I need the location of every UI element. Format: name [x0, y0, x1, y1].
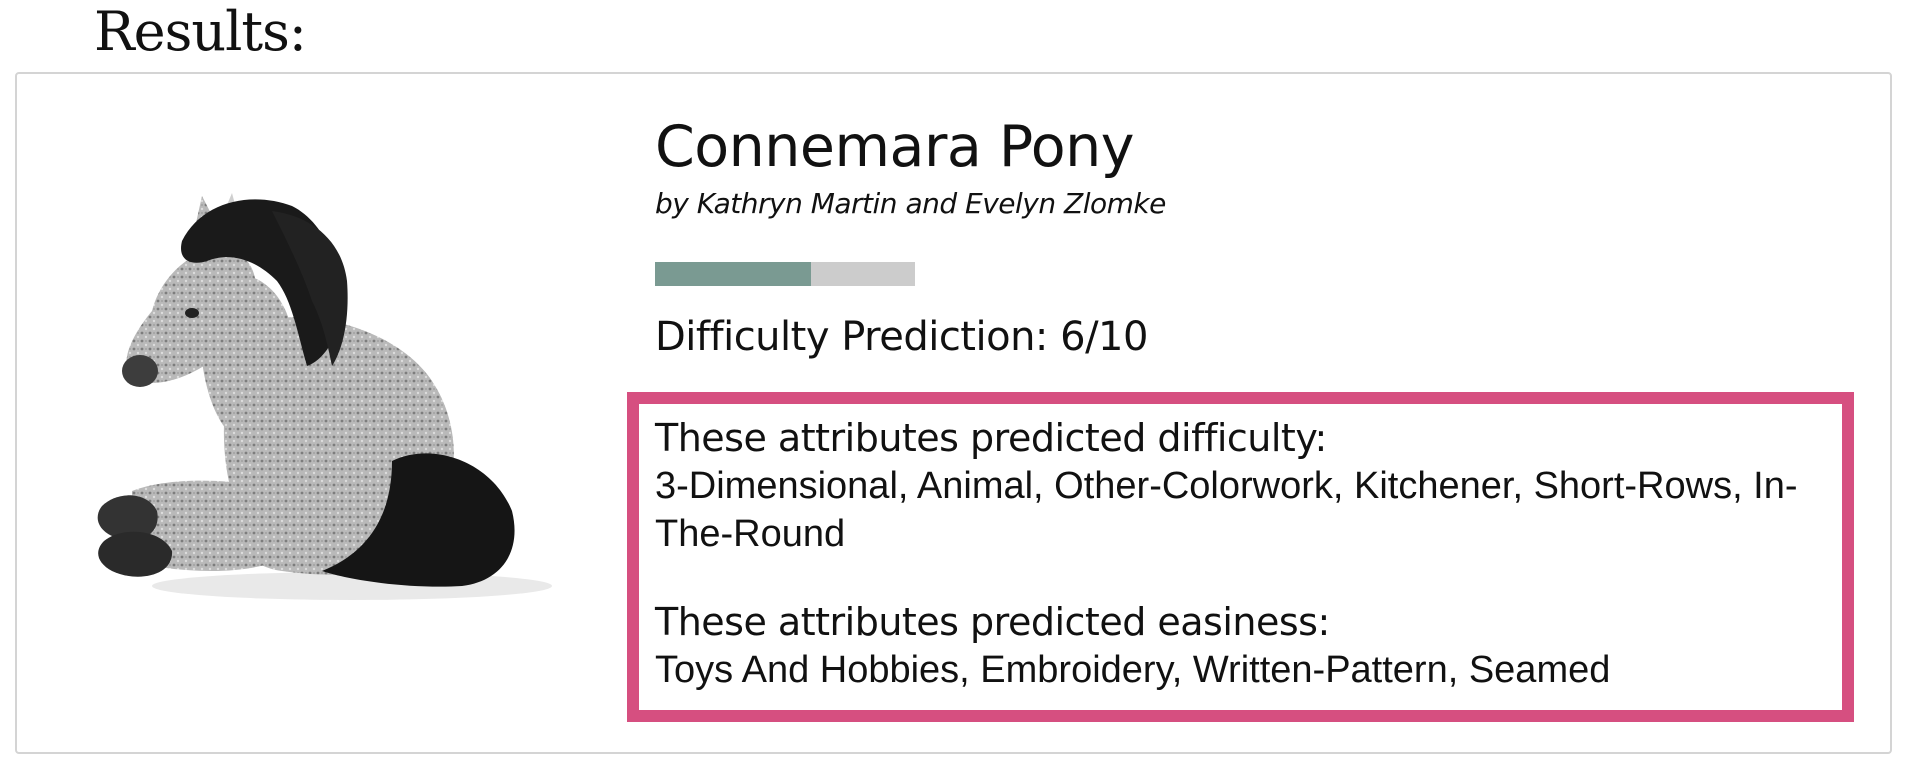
easiness-attributes-list: Toys And Hobbies, Embroidery, Written-Pa…: [655, 649, 1611, 691]
difficulty-bar: [655, 262, 915, 286]
results-heading: Results:: [94, 0, 307, 63]
result-card: Connemara Pony by Kathryn Martin and Eve…: [15, 72, 1892, 754]
easiness-attributes-heading: These attributes predicted easiness:: [655, 600, 1330, 644]
pattern-byline: by Kathryn Martin and Evelyn Zlomke: [655, 187, 1166, 220]
difficulty-attributes-list: 3-Dimensional, Animal, Other-Colorwork, …: [655, 465, 1798, 555]
easiness-attributes: These attributes predicted easiness: Toy…: [655, 598, 1828, 694]
pattern-details: Connemara Pony by Kathryn Martin and Eve…: [655, 112, 1845, 362]
knitted-pony-image: [92, 131, 592, 631]
attributes-highlight-box: These attributes predicted difficulty: 3…: [627, 392, 1854, 722]
difficulty-prediction: Difficulty Prediction: 6/10: [655, 314, 1148, 360]
difficulty-attributes-heading: These attributes predicted difficulty:: [655, 416, 1327, 460]
difficulty-bar-fill: [655, 262, 811, 286]
pattern-title: Connemara Pony: [655, 114, 1135, 180]
difficulty-attributes: These attributes predicted difficulty: 3…: [655, 414, 1828, 558]
